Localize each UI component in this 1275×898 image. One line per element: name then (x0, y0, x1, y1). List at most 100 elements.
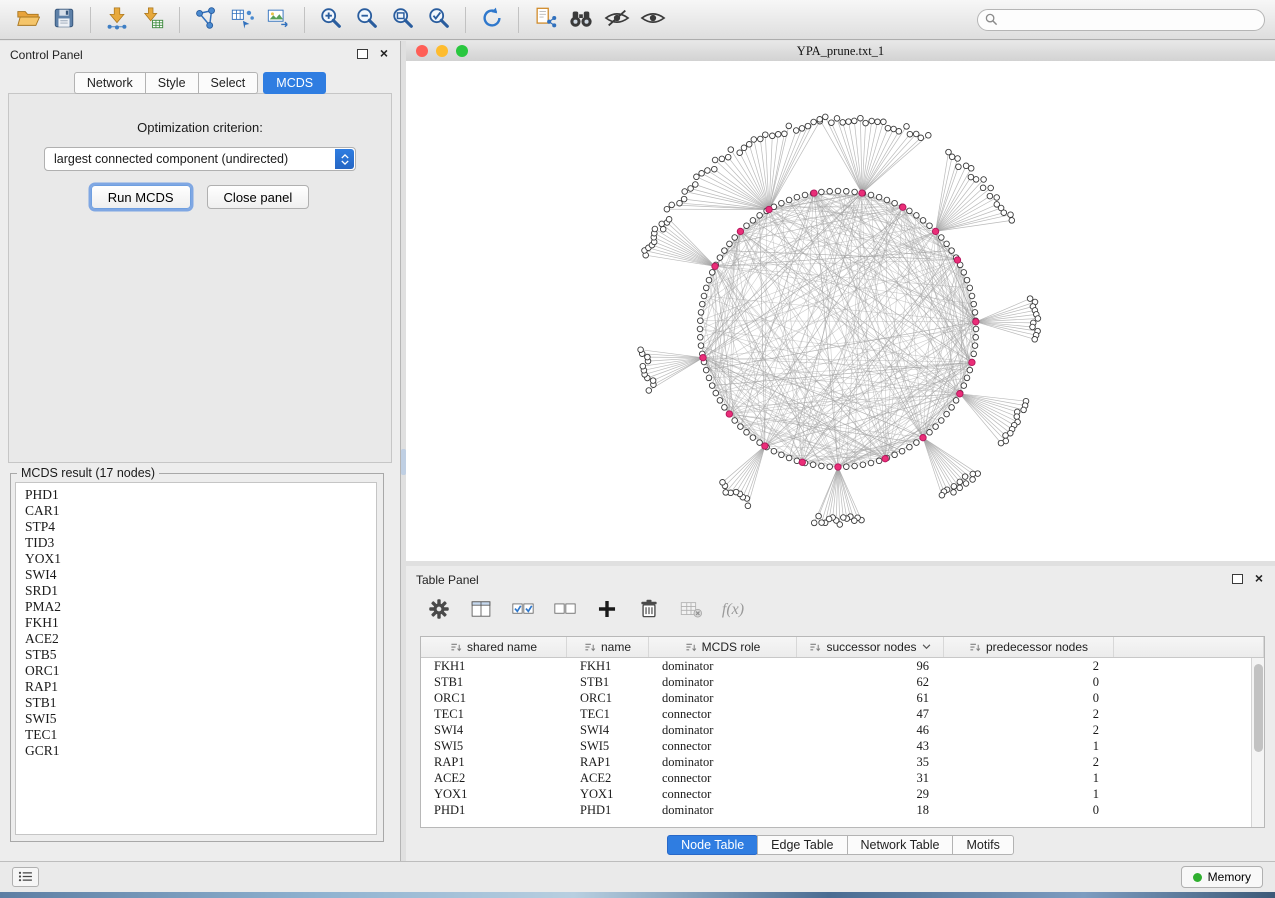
network-node[interactable] (793, 128, 799, 134)
network-node[interactable] (817, 117, 823, 123)
network-node[interactable] (844, 189, 850, 195)
mcds-result-item[interactable]: PMA2 (25, 599, 376, 615)
network-node[interactable] (786, 197, 792, 203)
network-hub-node[interactable] (900, 204, 906, 210)
network-hub-node[interactable] (700, 355, 706, 361)
network-node[interactable] (694, 174, 700, 180)
network-node[interactable] (1001, 210, 1007, 216)
network-node[interactable] (779, 200, 785, 206)
network-node[interactable] (786, 455, 792, 461)
network-node[interactable] (927, 430, 933, 436)
network-node[interactable] (896, 129, 902, 135)
network-node[interactable] (805, 123, 811, 129)
network-node[interactable] (701, 293, 707, 299)
network-node[interactable] (719, 156, 725, 162)
network-node[interactable] (884, 197, 890, 203)
network-node[interactable] (963, 481, 969, 487)
network-node[interactable] (744, 430, 750, 436)
network-node[interactable] (918, 135, 924, 141)
network-node[interactable] (1021, 407, 1027, 413)
network-node[interactable] (659, 221, 665, 227)
network-node[interactable] (709, 270, 715, 276)
network-node[interactable] (727, 241, 733, 247)
network-node[interactable] (682, 189, 688, 195)
deselect-all-button[interactable] (550, 596, 580, 624)
network-node[interactable] (973, 335, 979, 341)
network-node[interactable] (799, 126, 805, 132)
column-header-predecessor-nodes[interactable]: predecessor nodes (944, 637, 1114, 657)
float-table-panel-button[interactable] (1232, 574, 1243, 584)
show-columns-button[interactable] (466, 596, 496, 624)
add-button[interactable] (592, 596, 622, 624)
column-header-shared-name[interactable]: shared name (421, 637, 567, 657)
network-node[interactable] (964, 375, 970, 381)
network-node[interactable] (920, 218, 926, 224)
network-node[interactable] (834, 116, 840, 122)
network-node[interactable] (1003, 433, 1009, 439)
network-node[interactable] (732, 418, 738, 424)
network-node[interactable] (782, 131, 788, 137)
mcds-result-item[interactable]: RAP1 (25, 679, 376, 695)
network-node[interactable] (758, 136, 764, 142)
search-input[interactable] (977, 9, 1265, 31)
import-table-disabled-button[interactable] (676, 596, 706, 624)
network-node[interactable] (725, 154, 731, 160)
network-node[interactable] (892, 452, 898, 458)
network-node[interactable] (666, 217, 672, 223)
network-node[interactable] (775, 132, 781, 138)
network-node[interactable] (811, 119, 817, 125)
tab-network-table[interactable]: Network Table (847, 835, 954, 855)
table-row[interactable]: ORC1ORC1dominator610 (421, 690, 1264, 706)
network-node[interactable] (944, 411, 950, 417)
open-file-button[interactable] (10, 4, 46, 36)
memory-button[interactable]: Memory (1181, 866, 1263, 888)
network-hub-node[interactable] (957, 391, 963, 397)
network-node[interactable] (852, 118, 858, 124)
table-row[interactable]: RAP1RAP1dominator352 (421, 754, 1264, 770)
network-node[interactable] (858, 115, 864, 121)
network-node[interactable] (712, 157, 718, 163)
network-node[interactable] (971, 351, 977, 357)
import-table-button[interactable] (135, 4, 171, 36)
network-node[interactable] (868, 460, 874, 466)
tab-mcds[interactable]: MCDS (263, 72, 326, 94)
network-node[interactable] (738, 424, 744, 430)
float-panel-button[interactable] (357, 49, 368, 59)
network-node[interactable] (994, 195, 1000, 201)
network-hub-node[interactable] (969, 359, 975, 365)
network-node[interactable] (844, 464, 850, 470)
network-node[interactable] (968, 166, 974, 172)
network-node[interactable] (751, 137, 757, 143)
network-node[interactable] (737, 150, 743, 156)
network-node[interactable] (699, 171, 705, 177)
column-header-mcds-role[interactable]: MCDS role (649, 637, 797, 657)
network-node[interactable] (703, 285, 709, 291)
network-node[interactable] (757, 213, 763, 219)
network-node[interactable] (868, 192, 874, 198)
network-node[interactable] (860, 462, 866, 468)
zoom-out-button[interactable] (349, 4, 385, 36)
column-header-name[interactable]: name (567, 637, 649, 657)
network-node[interactable] (677, 200, 683, 206)
network-node[interactable] (967, 367, 973, 373)
network-node[interactable] (1030, 324, 1036, 330)
network-node[interactable] (720, 480, 726, 486)
network-node[interactable] (827, 189, 833, 195)
network-node[interactable] (955, 156, 961, 162)
network-node[interactable] (750, 435, 756, 441)
network-node[interactable] (713, 390, 719, 396)
network-hub-node[interactable] (726, 411, 732, 417)
network-node[interactable] (1014, 414, 1020, 420)
network-node[interactable] (972, 343, 978, 349)
network-node[interactable] (698, 318, 704, 324)
network-node[interactable] (722, 405, 728, 411)
tab-network[interactable]: Network (74, 72, 146, 94)
search-objects-button[interactable] (563, 4, 599, 36)
network-node[interactable] (819, 189, 825, 195)
network-node[interactable] (819, 463, 825, 469)
network-node[interactable] (914, 213, 920, 219)
network-node[interactable] (927, 223, 933, 229)
network-node[interactable] (904, 124, 910, 130)
import-network-button[interactable] (99, 4, 135, 36)
mcds-result-item[interactable]: GCR1 (25, 743, 376, 759)
